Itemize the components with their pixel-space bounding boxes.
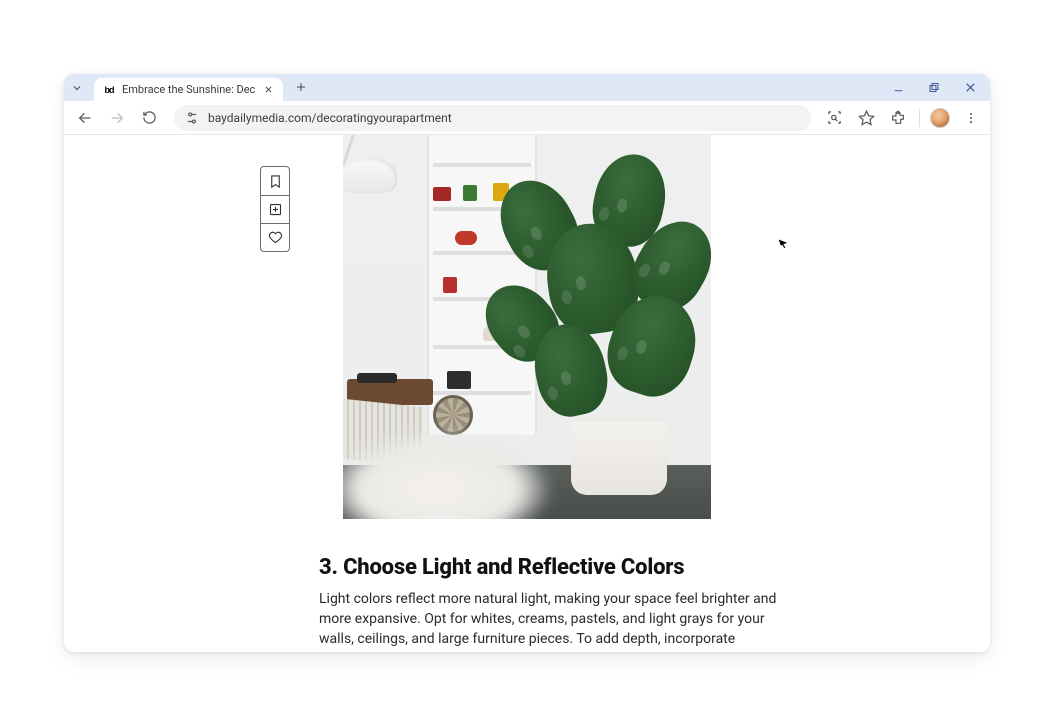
reload-button[interactable] bbox=[136, 105, 162, 131]
tabs-search-dropdown[interactable] bbox=[64, 74, 90, 101]
toolbar-right-icons bbox=[823, 107, 982, 129]
window-controls bbox=[888, 74, 986, 101]
article-section: 3. Choose Light and Reflective Colors Li… bbox=[319, 555, 783, 652]
profile-avatar[interactable] bbox=[930, 108, 950, 128]
address-bar[interactable]: baydailymedia.com/decoratingyourapartmen… bbox=[174, 105, 811, 131]
article-action-rail bbox=[260, 166, 290, 252]
browser-toolbar: baydailymedia.com/decoratingyourapartmen… bbox=[64, 101, 990, 135]
article-hero-image bbox=[343, 135, 711, 519]
browser-window: bd Embrace the Sunshine: Dec bbox=[64, 74, 990, 652]
back-button[interactable] bbox=[72, 105, 98, 131]
tab-title: Embrace the Sunshine: Dec bbox=[122, 83, 255, 96]
url-text: baydailymedia.com/decoratingyourapartmen… bbox=[208, 111, 801, 125]
window-minimize-button[interactable] bbox=[888, 78, 908, 98]
window-close-button[interactable] bbox=[960, 78, 980, 98]
page-viewport[interactable]: 3. Choose Light and Reflective Colors Li… bbox=[64, 135, 990, 652]
tab-favicon: bd bbox=[102, 83, 116, 97]
window-maximize-button[interactable] bbox=[924, 78, 944, 98]
active-tab[interactable]: bd Embrace the Sunshine: Dec bbox=[94, 78, 283, 101]
forward-button[interactable] bbox=[104, 105, 130, 131]
new-tab-button[interactable] bbox=[289, 75, 313, 99]
tab-close-button[interactable] bbox=[261, 83, 275, 97]
add-to-collection-icon[interactable] bbox=[261, 195, 289, 223]
tab-strip: bd Embrace the Sunshine: Dec bbox=[64, 74, 990, 101]
lens-icon[interactable] bbox=[823, 107, 845, 129]
bookmark-star-icon[interactable] bbox=[855, 107, 877, 129]
bookmark-icon[interactable] bbox=[261, 167, 289, 195]
mouse-cursor-icon bbox=[779, 237, 789, 249]
site-settings-icon[interactable] bbox=[184, 110, 200, 126]
section-body: Light colors reflect more natural light,… bbox=[319, 590, 783, 652]
heart-icon[interactable] bbox=[261, 223, 289, 251]
kebab-menu-icon[interactable] bbox=[960, 107, 982, 129]
extensions-icon[interactable] bbox=[887, 107, 909, 129]
toolbar-divider bbox=[919, 109, 920, 127]
section-heading: 3. Choose Light and Reflective Colors bbox=[319, 555, 783, 580]
